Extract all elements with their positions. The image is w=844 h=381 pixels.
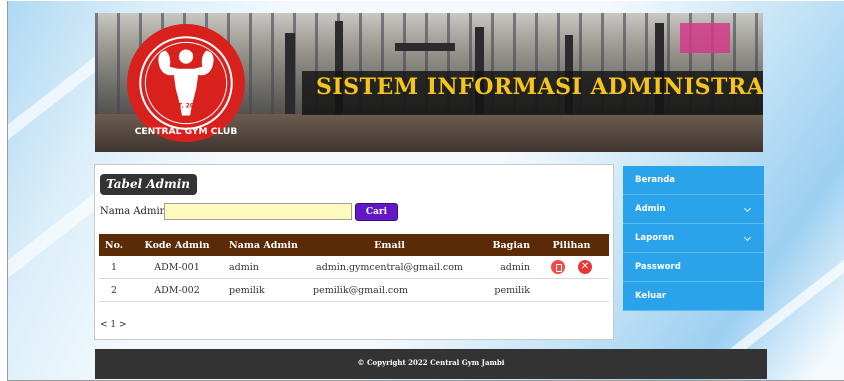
cell-bagian: pemilik: [476, 278, 534, 302]
search-label: Nama Admin :: [100, 206, 173, 217]
panel-heading: Tabel Admin: [100, 174, 197, 195]
column-header-pilihan: Pilihan: [534, 234, 609, 256]
cell-kode-admin: ADM-001: [129, 256, 225, 279]
sidebar-item-keluar[interactable]: Keluar: [623, 282, 764, 311]
column-header-nama-admin: Nama Admin: [225, 234, 303, 256]
cell-kode-admin: ADM-002: [129, 278, 225, 302]
pagination[interactable]: < 1 >: [100, 320, 127, 330]
sidebar-item-password[interactable]: Password: [623, 253, 764, 282]
cell-nama-admin: pemilik: [225, 278, 303, 302]
cell-no: 2: [99, 278, 129, 302]
cell-nama-admin: admin: [225, 256, 303, 279]
cell-no: 1: [99, 256, 129, 279]
column-header-bagian: Bagian: [476, 234, 534, 256]
sidebar-item-label: Laporan: [635, 233, 675, 243]
sidebar-item-admin[interactable]: Admin: [623, 195, 764, 224]
delete-icon[interactable]: ✕: [578, 260, 593, 274]
column-header-email: Email: [303, 234, 476, 256]
cell-email: admin.gymcentral@gmail.com: [303, 256, 476, 279]
sidebar-item-label: Password: [635, 262, 681, 272]
cell-bagian: admin: [476, 256, 534, 279]
edit-icon[interactable]: [550, 260, 565, 274]
pink-light-shape: [680, 23, 730, 53]
table-header-row: No. Kode Admin Nama Admin Email Bagian P…: [99, 234, 609, 256]
admin-table-panel: Tabel Admin Nama Admin : Cari No. Kode A…: [94, 164, 614, 340]
search-button[interactable]: Cari: [355, 203, 398, 221]
table-row: 1 ADM-001 admin admin.gymcentral@gmail.c…: [99, 256, 609, 279]
sidebar-item-label: Beranda: [635, 175, 676, 185]
admin-name-search-input[interactable]: [164, 203, 352, 220]
column-header-kode-admin: Kode Admin: [129, 234, 225, 256]
copyright-text: © Copyright 2022 Central Gym Jambi: [357, 358, 505, 367]
cell-pilihan: ✕: [534, 256, 609, 279]
sidebar-item-label: Keluar: [635, 291, 667, 301]
central-gym-club-logo: EST. 2017 CENTRAL GYM CLUB: [127, 24, 245, 142]
logo-club-text: CENTRAL GYM CLUB: [135, 127, 238, 137]
gym-machine-shape: [395, 43, 455, 51]
cell-email: pemilik@gmail.com: [303, 278, 476, 302]
column-header-no: No.: [99, 234, 129, 256]
sidebar-item-label: Admin: [635, 204, 666, 214]
chevron-down-icon: [743, 204, 752, 213]
sidebar-menu: Beranda Admin Laporan Password Keluar: [623, 166, 764, 311]
footer: © Copyright 2022 Central Gym Jambi: [95, 349, 767, 379]
table-row: 2 ADM-002 pemilik pemilik@gmail.com pemi…: [99, 278, 609, 302]
sidebar-item-laporan[interactable]: Laporan: [623, 224, 764, 253]
header-banner: EST. 2017 CENTRAL GYM CLUB SISTEM INFORM…: [95, 13, 763, 152]
chevron-down-icon: [743, 233, 752, 242]
logo-est-text: EST. 2017: [169, 102, 202, 109]
admin-table: No. Kode Admin Nama Admin Email Bagian P…: [99, 234, 609, 302]
site-title: SISTEM INFORMASI ADMINISTRASI: [316, 74, 763, 100]
cell-pilihan: [534, 278, 609, 302]
sidebar-item-beranda[interactable]: Beranda: [623, 166, 764, 195]
